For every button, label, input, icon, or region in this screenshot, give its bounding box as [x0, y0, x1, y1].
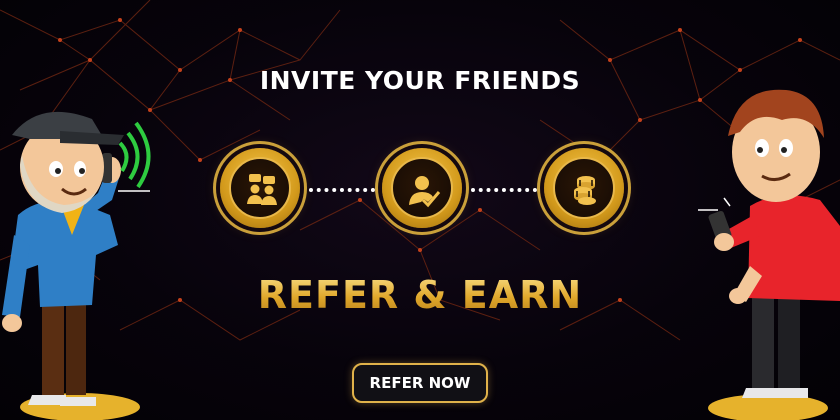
step-invite [220, 148, 300, 228]
caller-illustration [2, 111, 151, 420]
connector-dots-1 [309, 188, 375, 196]
refer-earn-headline: REFER & EARN [0, 273, 840, 317]
user-check-icon [409, 176, 441, 208]
refer-banner: INVITE YOUR FRIENDS REFER & EARN REFER N… [0, 0, 840, 420]
page-title: INVITE YOUR FRIENDS [259, 66, 581, 95]
step-join [382, 148, 462, 228]
refer-now-button[interactable]: REFER NOW [352, 363, 488, 403]
poker-chips-icon [574, 176, 596, 205]
connector-dots-2 [471, 188, 537, 196]
receiver-illustration [698, 89, 840, 420]
chat-people-icon [247, 174, 277, 205]
step-earn [544, 148, 624, 228]
